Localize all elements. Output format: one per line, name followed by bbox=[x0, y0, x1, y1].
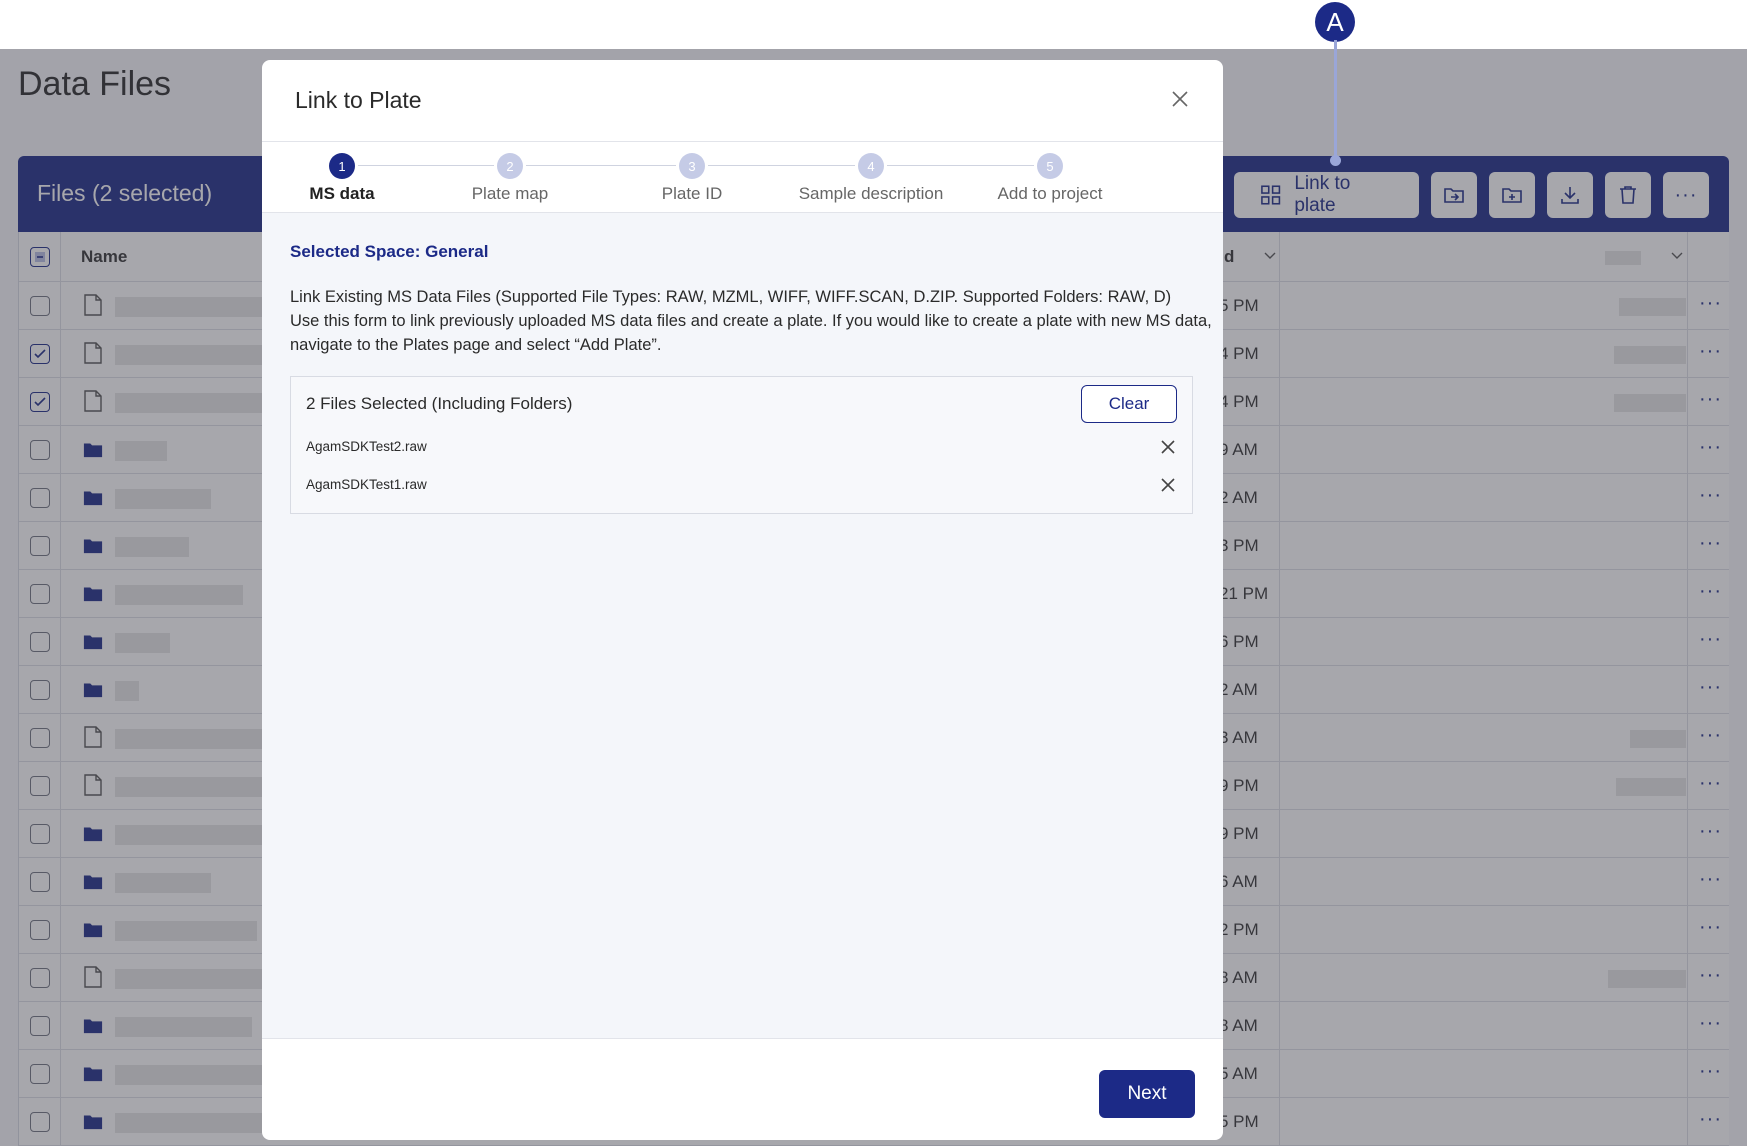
close-icon bbox=[1172, 91, 1188, 107]
step-number: 1 bbox=[329, 153, 355, 179]
step-2[interactable]: 2 Plate map bbox=[420, 153, 600, 204]
step-label: MS data bbox=[309, 184, 375, 203]
form-description: Link Existing MS Data Files (Supported F… bbox=[290, 285, 1212, 357]
link-to-plate-modal: Link to Plate 1 MS data 2 Plate map 3 Plate I… bbox=[262, 60, 1223, 1140]
step-number: 5 bbox=[1037, 153, 1063, 179]
step-number: 4 bbox=[858, 153, 884, 179]
selected-files-box: 2 Files Selected (Including Folders) Cle… bbox=[290, 376, 1193, 514]
step-1[interactable]: 1 MS data bbox=[262, 153, 432, 204]
divider bbox=[262, 1038, 1223, 1039]
step-4[interactable]: 4 Sample description bbox=[781, 153, 961, 204]
step-label: Sample description bbox=[798, 184, 944, 203]
close-icon bbox=[1161, 440, 1175, 454]
callout-badge: A bbox=[1315, 2, 1355, 42]
description-line: Use this form to link previously uploade… bbox=[290, 312, 1212, 330]
selected-file-name: AgamSDKTest1.raw bbox=[306, 477, 427, 492]
step-label: Plate map bbox=[471, 184, 549, 203]
stepper: 1 MS data 2 Plate map 3 Plate ID 4 Sample descr… bbox=[262, 142, 1223, 213]
modal-title: Link to Plate bbox=[295, 87, 422, 113]
selected-space-label: Selected Space: General bbox=[290, 242, 489, 261]
callout-line bbox=[1334, 40, 1337, 158]
description-line: Link Existing MS Data Files (Supported F… bbox=[290, 288, 1172, 306]
next-button[interactable]: Next bbox=[1099, 1070, 1195, 1118]
description-line: navigate to the Plates page and select “… bbox=[290, 336, 662, 354]
step-number: 3 bbox=[679, 153, 705, 179]
step-number: 2 bbox=[497, 153, 523, 179]
close-button[interactable] bbox=[1169, 88, 1191, 110]
clear-button[interactable]: Clear bbox=[1081, 385, 1177, 423]
step-label: Add to project bbox=[997, 184, 1103, 203]
selected-files-heading: 2 Files Selected (Including Folders) bbox=[306, 394, 573, 413]
close-icon bbox=[1161, 478, 1175, 492]
remove-file-button[interactable] bbox=[1159, 476, 1177, 494]
callout-dot bbox=[1330, 155, 1341, 166]
step-label: Plate ID bbox=[661, 184, 723, 203]
step-3[interactable]: 3 Plate ID bbox=[602, 153, 782, 204]
modal-body: Selected Space: General Link Existing MS… bbox=[262, 213, 1223, 1038]
step-5[interactable]: 5 Add to project bbox=[960, 153, 1140, 204]
selected-file-name: AgamSDKTest2.raw bbox=[306, 439, 427, 454]
remove-file-button[interactable] bbox=[1159, 438, 1177, 456]
